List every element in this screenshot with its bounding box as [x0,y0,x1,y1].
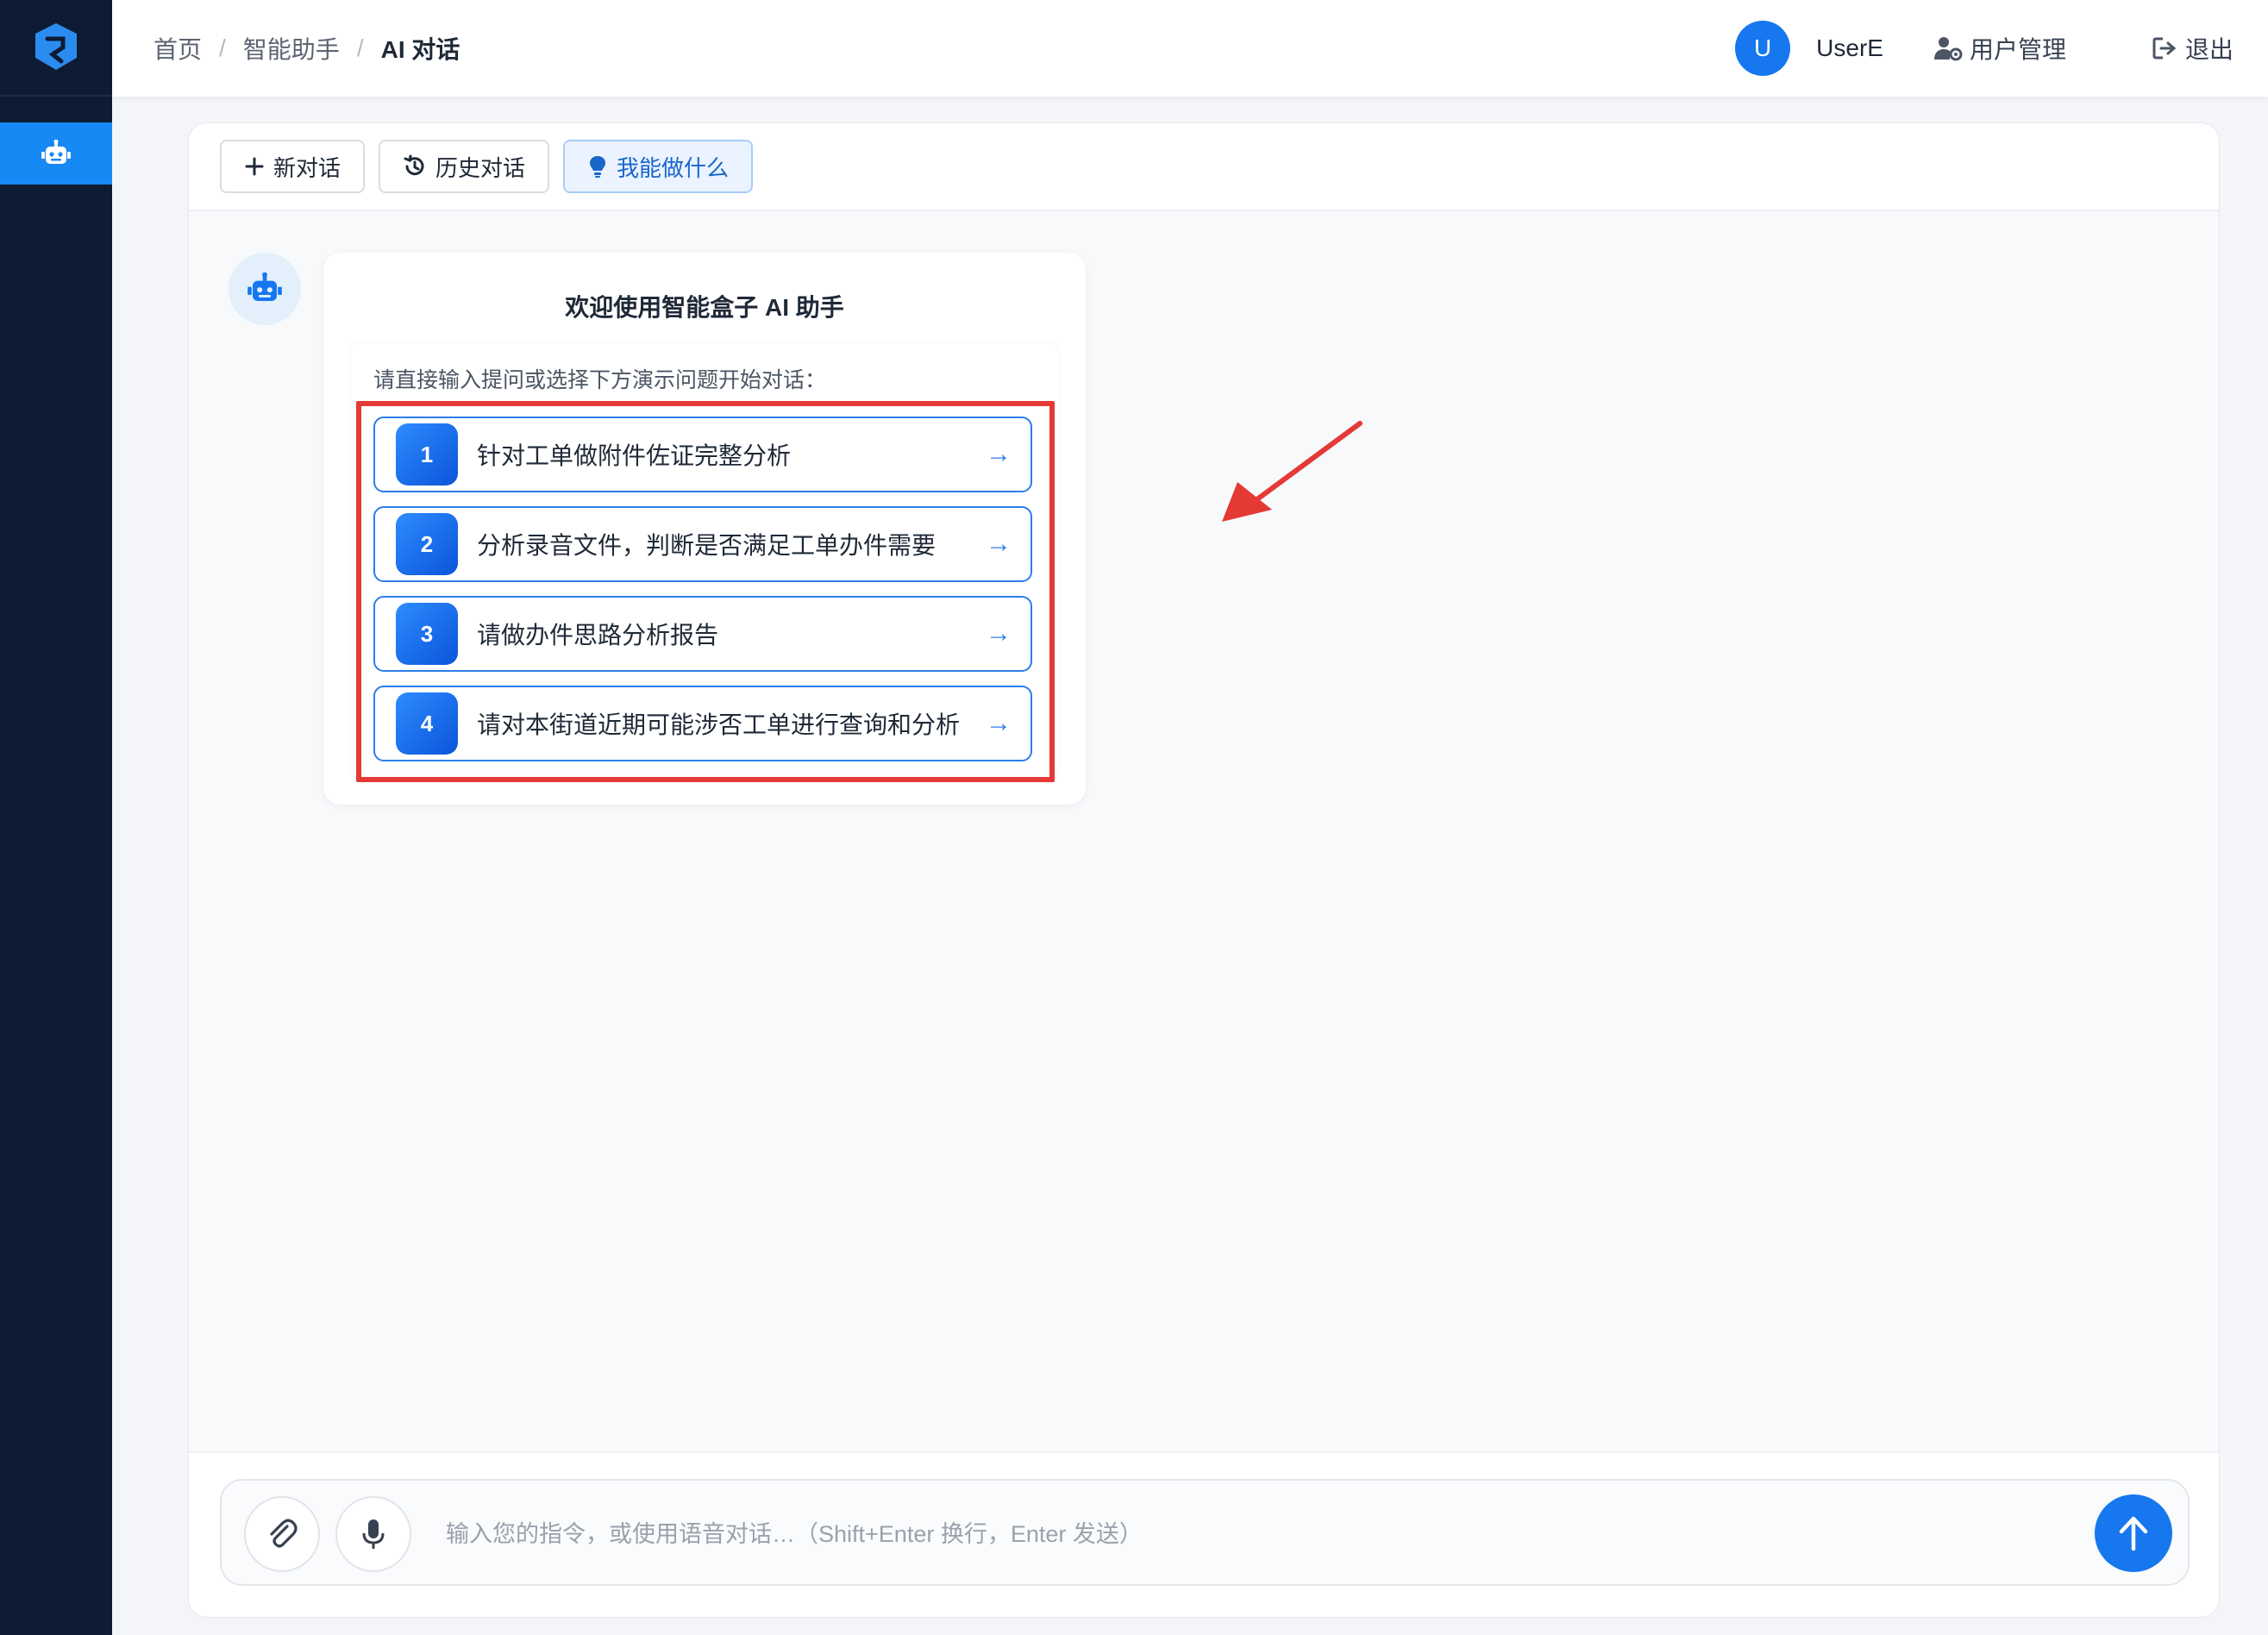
arrow-up-icon [2119,1516,2148,1551]
chat-input[interactable]: 输入您的指令，或使用语音对话…（Shift+Enter 换行，Enter 发送） [446,1515,1143,1549]
user-gear-icon [1933,37,1963,61]
logout-link[interactable]: 退出 [2152,31,2234,66]
sidebar [0,0,112,1635]
assistant-avatar [229,253,301,325]
breadcrumb-section[interactable]: 智能助手 [243,31,340,66]
lightbulb-icon [590,156,606,178]
voice-button[interactable] [335,1496,411,1572]
annotation-arrow-icon [1222,421,1363,522]
capabilities-button[interactable]: 我能做什么 [563,140,754,193]
suggestion-text: 针对工单做附件佐证完整分析 [477,442,792,469]
breadcrumb-separator: / [219,34,226,61]
paperclip-icon [270,1519,298,1548]
user-management-label: 用户管理 [1969,36,2066,63]
arrow-right-icon: → [986,529,1012,558]
breadcrumb-separator: / [356,34,364,61]
logout-icon [2152,37,2177,60]
robot-icon [247,272,282,301]
suggestion-panel: 请直接输入提问或选择下方演示问题开始对话： 1 针对工单做附件佐证完整分析 → … [351,344,1058,782]
breadcrumb-current: AI 对话 [380,36,460,63]
suggestion-item[interactable]: 4 请对本街道近期可能涉否工单进行查询和分析 → [373,686,1032,761]
suggestion-item[interactable]: 2 分析录音文件，判断是否满足工单办件需要 → [373,506,1032,582]
welcome-title: 欢迎使用智能盒子 AI 助手 [565,294,844,321]
microphone-icon [362,1519,385,1549]
username[interactable]: UserE [1816,34,1883,62]
history-icon [404,154,424,176]
new-chat-button[interactable]: 新对话 [220,140,366,193]
chat-input-box: 输入您的指令，或使用语音对话…（Shift+Enter 换行，Enter 发送） [220,1479,2190,1586]
capabilities-label: 我能做什么 [617,154,730,181]
attach-button[interactable] [244,1496,320,1572]
send-button[interactable] [2095,1494,2172,1572]
avatar[interactable]: U [1735,21,1791,76]
arrow-right-icon: → [986,440,1012,468]
suggestion-number: 3 [396,603,458,665]
app-logo-icon [35,23,77,70]
suggestion-text: 请对本街道近期可能涉否工单进行查询和分析 [477,711,961,738]
user-management-link[interactable]: 用户管理 [1933,31,2066,66]
arrow-right-icon: → [986,709,1012,737]
suggestion-text: 请做办件思路分析报告 [477,622,719,648]
suggestion-item[interactable]: 3 请做办件思路分析报告 → [373,596,1032,672]
header-actions: U UserE 用户管理 退出 [1735,0,2234,97]
plus-icon [245,157,264,176]
history-label: 历史对话 [435,154,526,181]
suggestion-number: 1 [396,423,458,485]
chat-input-area: 输入您的指令，或使用语音对话…（Shift+Enter 换行，Enter 发送） [189,1451,2219,1617]
app-logo[interactable] [0,0,112,97]
new-chat-label: 新对话 [273,154,341,181]
suggestion-item[interactable]: 1 针对工单做附件佐证完整分析 → [373,417,1032,492]
history-button[interactable]: 历史对话 [379,140,550,193]
suggestion-hint: 请直接输入提问或选择下方演示问题开始对话： [373,368,827,392]
breadcrumb-home[interactable]: 首页 [153,31,202,66]
suggestion-text: 分析录音文件，判断是否满足工单办件需要 [477,532,937,559]
welcome-message: 欢迎使用智能盒子 AI 助手 请直接输入提问或选择下方演示问题开始对话： 1 针… [323,253,1086,805]
suggestion-number: 2 [396,513,458,575]
logout-label: 退出 [2184,36,2234,63]
breadcrumb: 首页 / 智能助手 / AI 对话 [153,31,460,66]
arrow-right-icon: → [986,619,1012,648]
suggestion-number: 4 [396,692,458,755]
sidebar-item-ai-assistant[interactable] [0,122,112,185]
top-header: 首页 / 智能助手 / AI 对话 U UserE 用户管理 退出 [112,0,2268,97]
robot-icon [41,140,71,164]
chat-toolbar: 新对话 历史对话 我能做什么 [189,123,2219,211]
chat-panel: 新对话 历史对话 我能做什么 欢迎使用智能盒子 AI 助手 请直接输入提问或选择… [188,122,2220,1618]
